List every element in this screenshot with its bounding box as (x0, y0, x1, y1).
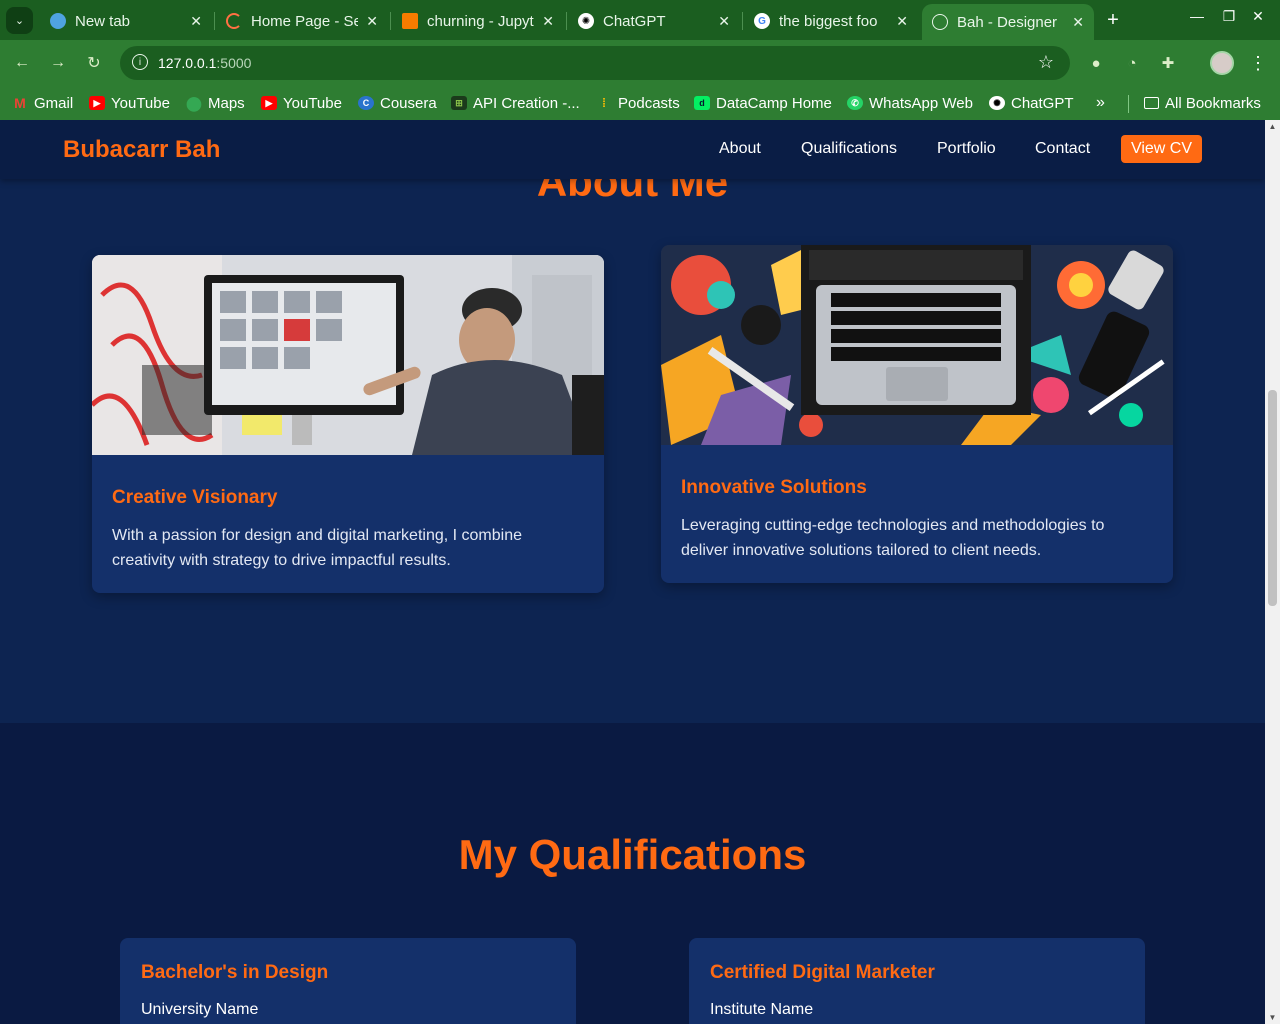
about-card-innovative: Innovative Solutions Leveraging cutting-… (661, 245, 1173, 583)
bookmark-maps[interactable]: ⬤ Maps (186, 92, 245, 114)
gmail-icon: M (14, 95, 26, 111)
about-card-creative: Creative Visionary With a passion for de… (92, 255, 604, 593)
extensions-puzzle-icon[interactable]: ✚ (1156, 51, 1180, 75)
bookmark-youtube[interactable]: ▶ YouTube (89, 92, 170, 114)
qualification-title: Certified Digital Marketer (710, 962, 935, 983)
new-tab-icon (50, 13, 66, 29)
close-icon[interactable]: ✕ (896, 13, 908, 30)
tab-chatgpt[interactable]: ✺ ChatGPT ✕ (568, 6, 740, 36)
podcasts-icon: ⁞ (602, 96, 606, 110)
tab-title: New tab (75, 12, 131, 30)
qualification-title: Bachelor's in Design (141, 962, 329, 983)
scroll-down-icon[interactable]: ▼ (1268, 1013, 1277, 1022)
browser-toolbar: ← → ↻ i 127.0.0.1:5000 ☆ ● ◔ ✚ ⋮ (0, 40, 1280, 86)
laptop-illustration (661, 245, 1173, 445)
close-icon[interactable]: ✕ (366, 13, 378, 30)
tab-bah-designer[interactable]: Bah - Designer ✕ (922, 4, 1094, 40)
tab-title: the biggest foo (779, 12, 878, 30)
window-close-icon[interactable]: ✕ (1246, 8, 1270, 25)
chatgpt-icon: ✺ (989, 96, 1005, 110)
all-bookmarks-button[interactable]: All Bookmarks (1144, 92, 1261, 114)
tab-home-page[interactable]: Home Page - Se ✕ (216, 6, 388, 36)
page-scrollbar[interactable]: ▲ ▼ (1265, 120, 1280, 1024)
page-viewport: Bubacarr Bah About Qualifications Portfo… (0, 120, 1265, 1024)
card-text: With a passion for design and digital ma… (112, 527, 522, 569)
tab-search-button[interactable]: ⌄ (6, 7, 33, 34)
bookmark-podcasts[interactable]: ⁞ Podcasts (596, 92, 680, 114)
nav-qualifications[interactable]: Qualifications (801, 140, 897, 158)
close-icon[interactable]: ✕ (190, 13, 202, 30)
nav-about[interactable]: About (719, 140, 761, 158)
scroll-up-icon[interactable]: ▲ (1268, 122, 1277, 131)
url-text[interactable]: 127.0.0.1:5000 (158, 55, 251, 71)
bookmarks-bar: M Gmail ▶ YouTube ⬤ Maps ▶ YouTube C Cou… (0, 86, 1280, 120)
coursera-icon: C (358, 96, 374, 110)
scrollbar-thumb[interactable] (1268, 390, 1277, 606)
nav-portfolio[interactable]: Portfolio (937, 140, 996, 158)
nav-contact[interactable]: Contact (1035, 140, 1090, 158)
bookmark-datacamp[interactable]: d DataCamp Home (694, 92, 832, 114)
menu-kebab-icon[interactable]: ⋮ (1246, 51, 1270, 75)
datacamp-icon: d (694, 96, 710, 110)
site-header: Bubacarr Bah About Qualifications Portfo… (0, 120, 1265, 179)
site-brand[interactable]: Bubacarr Bah (63, 136, 220, 164)
tab-title: Home Page - Se (251, 12, 359, 30)
globe-icon (932, 14, 948, 30)
qualifications-section: My Qualifications Bachelor's in Design U… (0, 723, 1265, 1024)
google-icon: G (754, 13, 770, 29)
bookmark-chatgpt[interactable]: ✺ ChatGPT (989, 92, 1074, 114)
youtube-icon: ▶ (261, 96, 277, 110)
close-icon[interactable]: ✕ (542, 13, 554, 30)
site-info-icon[interactable]: i (132, 54, 148, 70)
new-tab-button[interactable]: + (1101, 8, 1125, 32)
reload-icon[interactable]: ↻ (83, 52, 105, 74)
whatsapp-icon: ✆ (847, 96, 863, 110)
extension-shield-icon[interactable]: ◔ (1120, 51, 1144, 75)
restore-icon[interactable]: ❐ (1217, 8, 1241, 25)
maps-icon: ⬤ (186, 94, 202, 111)
youtube-icon: ▶ (89, 96, 105, 110)
chatgpt-icon: ✺ (578, 13, 594, 29)
bookmark-coursera[interactable]: C Cousera (358, 92, 437, 114)
address-bar[interactable]: i 127.0.0.1:5000 ☆ (120, 46, 1070, 80)
qualification-card: Bachelor's in Design University Name (120, 938, 576, 1024)
notebook-icon (402, 13, 418, 29)
api-icon: ⊞ (451, 96, 467, 110)
forward-icon[interactable]: → (47, 52, 69, 74)
view-cv-button[interactable]: View CV (1121, 135, 1202, 163)
about-section: About Me Creative Visionary With a passi… (0, 120, 1265, 723)
tab-google-search[interactable]: G the biggest foo ✕ (744, 6, 918, 36)
tab-jupyter[interactable]: churning - Jupyt ✕ (392, 6, 564, 36)
tab-title: Bah - Designer (957, 13, 1058, 31)
minimize-icon[interactable]: — (1185, 8, 1209, 24)
bookmark-whatsapp[interactable]: ✆ WhatsApp Web (847, 92, 973, 114)
qualification-card: Certified Digital Marketer Institute Nam… (689, 938, 1145, 1024)
bookmark-gmail[interactable]: M Gmail (12, 92, 73, 114)
qualification-org: Institute Name (710, 1001, 814, 1018)
card-title: Innovative Solutions (681, 477, 867, 498)
browser-tab-strip: ⌄ New tab ✕ Home Page - Se ✕ churning - … (0, 0, 1280, 40)
bookmark-youtube-2[interactable]: ▶ YouTube (261, 92, 342, 114)
qualifications-heading: My Qualifications (458, 831, 807, 878)
loading-icon (226, 13, 242, 29)
profile-avatar[interactable] (1210, 51, 1234, 75)
qualification-org: University Name (141, 1001, 259, 1018)
close-icon[interactable]: ✕ (718, 13, 730, 30)
tab-title: churning - Jupyt (427, 12, 534, 30)
close-icon[interactable]: ✕ (1072, 14, 1084, 31)
bookmark-api-creation[interactable]: ⊞ API Creation -... (451, 92, 580, 114)
back-icon[interactable]: ← (11, 52, 33, 74)
bookmark-star-icon[interactable]: ☆ (1038, 52, 1054, 73)
folder-icon (1144, 97, 1159, 109)
card-title: Creative Visionary (112, 487, 278, 508)
card-text: Leveraging cutting-edge technologies and… (681, 517, 1105, 559)
designer-photo (92, 255, 604, 455)
extension-icon[interactable]: ● (1084, 51, 1108, 75)
bookmarks-overflow-icon[interactable]: » (1096, 94, 1105, 112)
tab-title: ChatGPT (603, 12, 666, 30)
tab-new-tab[interactable]: New tab ✕ (40, 6, 212, 36)
